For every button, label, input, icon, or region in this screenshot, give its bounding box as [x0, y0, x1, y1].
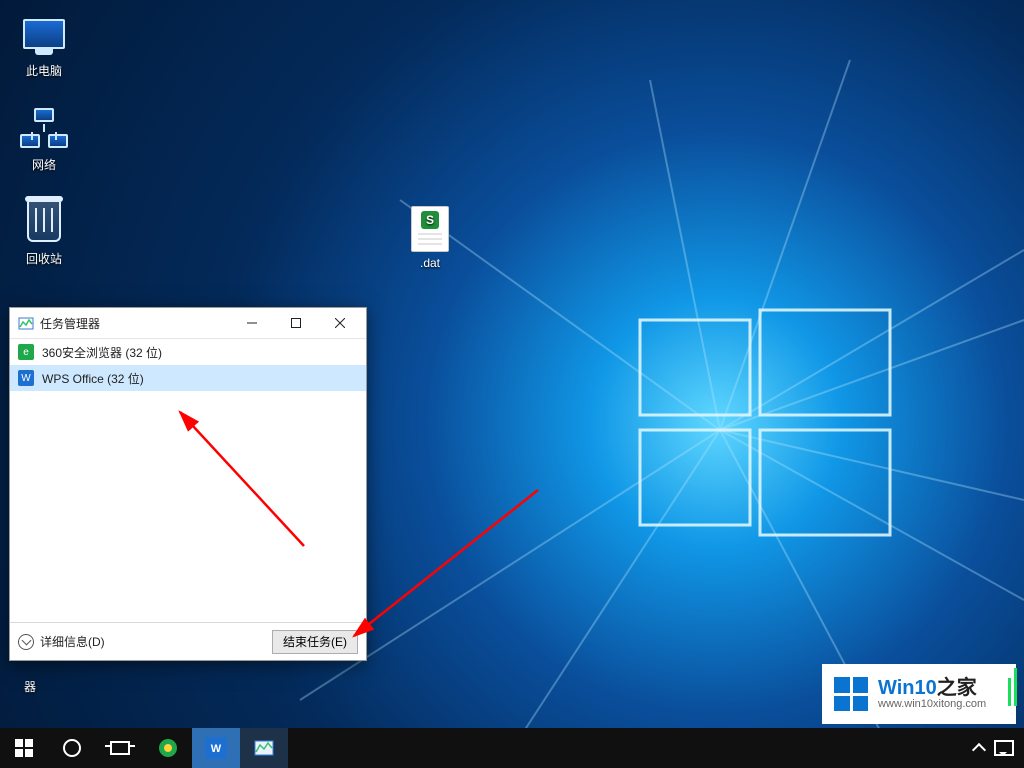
titlebar[interactable]: 任务管理器 [10, 308, 366, 338]
desktop-icon-recycle-bin[interactable]: 回收站 [6, 198, 82, 267]
wps-icon: W [205, 737, 227, 759]
app-icon: W [18, 370, 34, 386]
task-manager-icon [18, 315, 34, 331]
icon-label: 回收站 [6, 250, 82, 267]
minimize-button[interactable] [230, 308, 274, 338]
tray-overflow-button[interactable] [974, 741, 984, 755]
monitor-icon [20, 10, 68, 58]
desktop-icon-this-pc[interactable]: 此电脑 [6, 10, 82, 79]
watermark-url: www.win10xitong.com [878, 698, 986, 710]
system-tray[interactable] [964, 728, 1024, 768]
icon-label: 网络 [6, 156, 82, 173]
taskbar-spacer [288, 728, 964, 768]
cropped-label: 器 [24, 678, 36, 695]
windows-logo-icon [15, 739, 33, 757]
browser-icon [157, 737, 179, 759]
spreadsheet-file-icon: S [411, 206, 449, 252]
window-footer: 详细信息(D) 结束任务(E) [10, 622, 366, 660]
process-name: WPS Office (32 位) [42, 370, 144, 387]
file-label: .dat [420, 256, 440, 270]
windows-logo-icon [834, 677, 868, 711]
maximize-button[interactable] [274, 308, 318, 338]
desktop-icon-network[interactable]: 网络 [6, 104, 82, 173]
chevron-up-icon [972, 743, 986, 757]
action-center-button[interactable] [994, 740, 1014, 756]
app-icon: e [18, 344, 34, 360]
volume-meter [1006, 628, 1020, 708]
process-row[interactable]: W WPS Office (32 位) [10, 365, 366, 391]
window-title: 任务管理器 [40, 315, 230, 332]
taskbar[interactable]: W [0, 728, 1024, 768]
taskbar-app-360browser[interactable] [144, 728, 192, 768]
search-circle-icon [63, 739, 81, 757]
watermark-title: Win10之家 [878, 678, 986, 698]
taskbar-app-task-manager[interactable] [240, 728, 288, 768]
process-list[interactable]: e 360安全浏览器 (32 位) W WPS Office (32 位) [10, 338, 366, 622]
more-details-button[interactable]: 详细信息(D) [18, 633, 105, 650]
action-center-icon [994, 740, 1014, 756]
task-view-button[interactable] [96, 728, 144, 768]
start-button[interactable] [0, 728, 48, 768]
task-manager-icon [253, 737, 275, 759]
close-button[interactable] [318, 308, 362, 338]
chevron-down-icon [18, 634, 34, 650]
process-name: 360安全浏览器 (32 位) [42, 344, 162, 361]
more-details-label: 详细信息(D) [40, 633, 105, 650]
recycle-bin-icon [20, 198, 68, 246]
process-row[interactable]: e 360安全浏览器 (32 位) [10, 339, 366, 365]
desktop-file-dat[interactable]: S .dat [398, 206, 462, 270]
svg-text:W: W [211, 743, 222, 755]
taskbar-app-wps[interactable]: W [192, 728, 240, 768]
network-icon [20, 104, 68, 152]
cortana-button[interactable] [48, 728, 96, 768]
end-task-button[interactable]: 结束任务(E) [272, 630, 358, 654]
icon-label: 此电脑 [6, 62, 82, 79]
watermark-badge: Win10之家 www.win10xitong.com [824, 666, 1014, 722]
task-manager-window[interactable]: 任务管理器 e 360安全浏览器 (32 位) W WPS Office (32… [9, 307, 367, 661]
desktop[interactable]: 此电脑 网络 回收站 S .dat 小 3 3 器 任务管理器 e [0, 0, 1024, 768]
task-view-icon [110, 741, 130, 755]
